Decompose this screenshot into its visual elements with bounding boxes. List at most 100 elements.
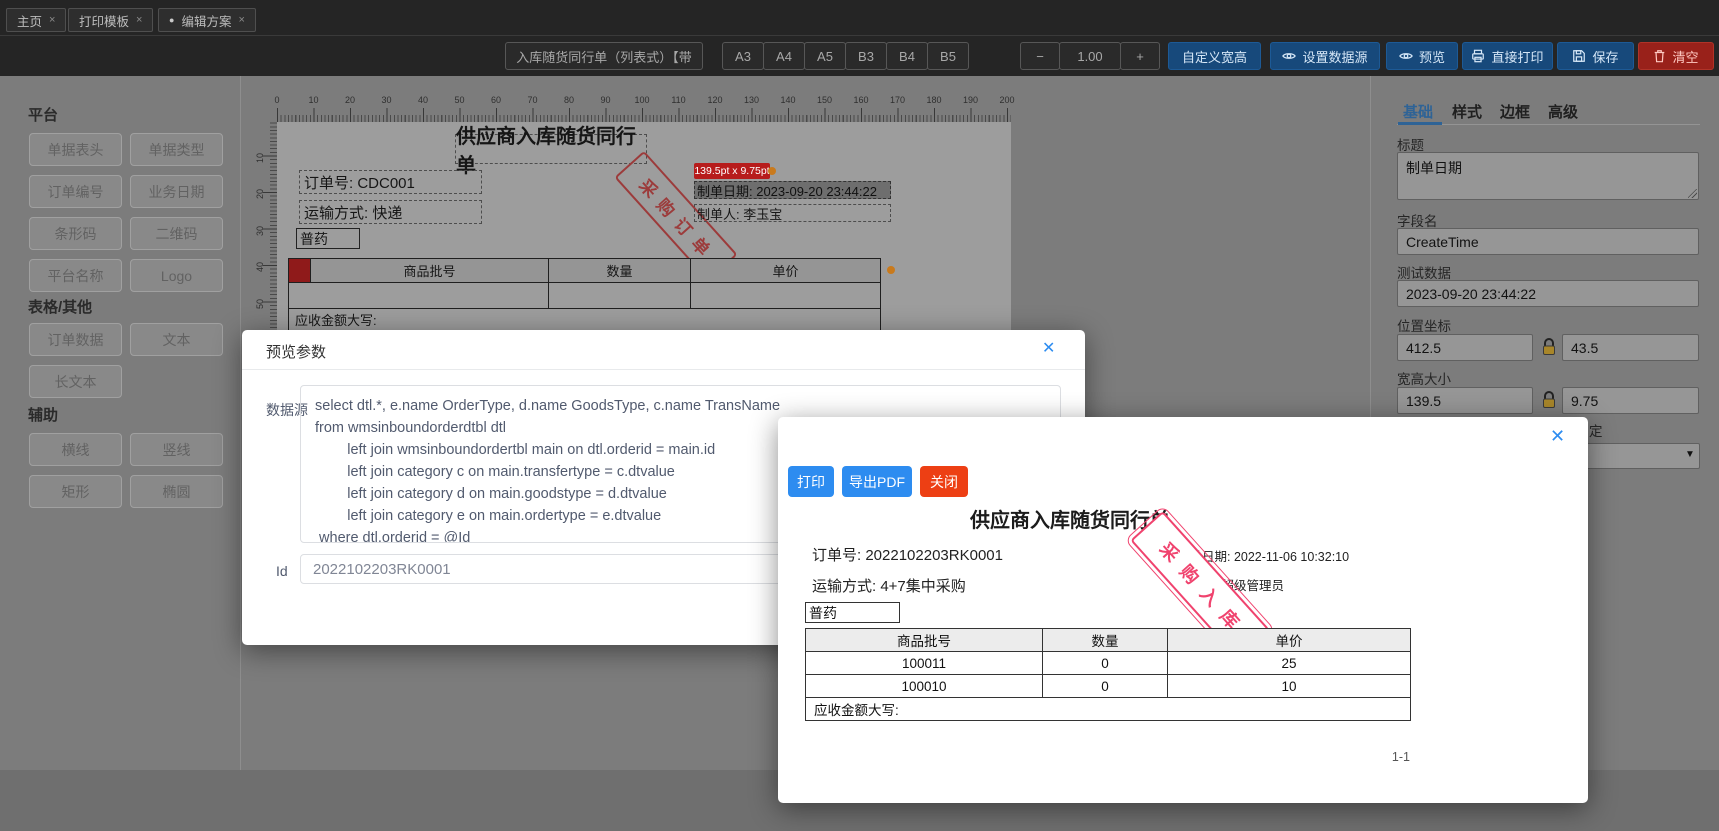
ruler-tick-label: 30 <box>381 95 392 105</box>
canvas-col-qty[interactable]: 数量 <box>548 258 691 283</box>
preview-button[interactable]: 预览 <box>1386 42 1458 70</box>
sidebar-item-doc-type[interactable]: 单据类型 <box>130 133 223 166</box>
preview-doc-title: 供应商入库随货同行单 <box>970 510 1170 532</box>
ruler-tick-label: 0 <box>274 95 280 105</box>
paper-size-b4[interactable]: B4 <box>886 42 928 70</box>
sidebar-item-order-data[interactable]: 订单数据 <box>29 323 122 356</box>
sidebar-item-text[interactable]: 文本 <box>130 323 223 356</box>
sidebar-item-hline[interactable]: 横线 <box>29 433 122 466</box>
position-x-input[interactable]: 412.5 <box>1397 334 1533 361</box>
panel-tab-basic[interactable]: 基础 <box>1403 101 1433 122</box>
paper-size-a4[interactable]: A4 <box>763 42 805 70</box>
paper-size-a3[interactable]: A3 <box>722 42 764 70</box>
canvas-col-batch[interactable]: 商品批号 <box>310 258 549 283</box>
canvas-creator[interactable]: 制单人: 李玉宝 <box>694 204 891 222</box>
resize-handle[interactable] <box>768 167 776 175</box>
ruler-tick-label: 170 <box>889 95 906 105</box>
ruler-tick-label: 200 <box>999 95 1015 105</box>
resize-handle[interactable] <box>887 266 895 274</box>
table-drag-cell[interactable] <box>288 258 311 283</box>
canvas-transport[interactable]: 运输方式: 快递 <box>299 200 482 224</box>
sidebar-section-aux: 辅助 <box>28 407 59 424</box>
canvas-col-price[interactable]: 单价 <box>690 258 881 283</box>
print-button[interactable]: 打印 <box>788 466 834 497</box>
chevron-down-icon: ▼ <box>1685 449 1695 460</box>
field-name-input[interactable]: CreateTime <box>1397 228 1699 255</box>
page-tab-print-template[interactable]: 打印模板 × <box>68 8 154 32</box>
panel-tab-advanced[interactable]: 高级 <box>1548 101 1578 122</box>
sidebar-divider <box>240 76 241 770</box>
sideb ar-item-rect[interactable]: 矩形 <box>29 475 122 508</box>
close-icon[interactable]: ✕ <box>1042 341 1055 357</box>
clear-button[interactable]: 清空 <box>1638 42 1714 70</box>
save-button[interactable]: 保存 <box>1557 42 1634 70</box>
zoom-level-value: 1.00 <box>1059 42 1121 70</box>
position-y-input[interactable]: 43.5 <box>1562 334 1699 361</box>
cell-qty: 0 <box>1042 651 1168 675</box>
page-tab-label: 编辑方案 <box>181 14 232 29</box>
ruler-tick-label: 190 <box>962 95 979 105</box>
canvas-order-no[interactable]: 订单号: CDC001 <box>299 170 482 194</box>
sidebar-item-long-text[interactable]: 长文本 <box>29 365 122 398</box>
ruler-tick-label: 100 <box>634 95 650 105</box>
close-preview-button[interactable]: 关闭 <box>920 466 968 497</box>
title-textarea[interactable]: 制单日期 <box>1397 152 1699 200</box>
paper-size-a5[interactable]: A5 <box>804 42 846 70</box>
cell-price: 10 <box>1167 674 1411 698</box>
export-pdf-button[interactable]: 导出PDF <box>842 466 912 497</box>
close-icon[interactable]: ✕ <box>1550 427 1565 445</box>
test-data-label: 测试数据 <box>1397 266 1451 281</box>
page-tab-edit-scheme[interactable]: ● 编辑方案 × <box>158 8 256 32</box>
canvas-drug-type-box[interactable]: 普药 <box>296 228 360 249</box>
sidebar-item-doc-header[interactable]: 单据表头 <box>29 133 122 166</box>
eye-icon <box>1399 53 1413 59</box>
custom-size-button[interactable]: 自定义宽高 <box>1168 42 1261 70</box>
table-row: 100010 0 10 <box>805 674 1411 698</box>
lock-icon[interactable] <box>1541 390 1557 410</box>
ruler-tick-label: 130 <box>743 95 760 105</box>
field-name-label: 字段名 <box>1397 214 1438 229</box>
ruler-tick-label: 70 <box>527 95 538 105</box>
paper-size-b3[interactable]: B3 <box>845 42 887 70</box>
sidebar-item-barcode[interactable]: 条形码 <box>29 217 122 250</box>
canvas-detail-table[interactable]: 商品批号 数量 单价 应收金额大写: <box>288 258 881 331</box>
cell-qty: 0 <box>1042 674 1168 698</box>
sidebar-item-qrcode[interactable]: 二维码 <box>130 217 223 250</box>
table-row: 100011 0 25 <box>805 651 1411 675</box>
template-name-button[interactable]: 入库随货同行单（列表式）【带 <box>505 42 703 70</box>
height-input[interactable]: 9.75 <box>1562 387 1699 414</box>
width-input[interactable]: 139.5 <box>1397 387 1533 414</box>
size-label: 宽高大小 <box>1397 372 1451 387</box>
cell-batch: 100010 <box>805 674 1043 698</box>
sidebar-item-platform-name[interactable]: 平台名称 <box>29 259 122 292</box>
page-tab-label: 打印模板 <box>79 14 130 29</box>
zoom-out-button[interactable]: − <box>1020 42 1060 70</box>
sidebar-item-order-no[interactable]: 订单编号 <box>29 175 122 208</box>
lock-icon[interactable] <box>1541 337 1557 357</box>
zoom-in-button[interactable]: + <box>1120 42 1160 70</box>
panel-tab-style[interactable]: 样式 <box>1452 101 1482 122</box>
tab-close-icon[interactable]: × <box>136 14 142 26</box>
paper-size-b5[interactable]: B5 <box>927 42 969 70</box>
canvas-empty-cell <box>690 282 881 309</box>
modal-header: 预览参数 ✕ <box>242 330 1085 370</box>
sidebar-item-logo[interactable]: Logo <box>130 259 223 292</box>
sidebar-item-vline[interactable]: 竖线 <box>130 433 223 466</box>
page-tab-home[interactable]: 主页 × <box>6 8 67 32</box>
tab-close-icon[interactable]: × <box>238 14 244 26</box>
canvas-create-date-selected[interactable]: 制单日期: 2023-09-20 23:44:22 <box>694 181 891 199</box>
direct-print-button[interactable]: 直接打印 <box>1462 42 1553 70</box>
active-dot-icon: ● <box>169 15 175 25</box>
set-datasource-button[interactable]: 设置数据源 <box>1270 42 1380 70</box>
test-data-input[interactable]: 2023-09-20 23:44:22 <box>1397 280 1699 307</box>
sidebar-item-business-date[interactable]: 业务日期 <box>130 175 223 208</box>
textarea-resize-icon[interactable] <box>1688 189 1697 198</box>
size-tooltip: 139.5pt x 9.75pt <box>694 163 770 179</box>
canvas-doc-title[interactable]: 供应商入库随货同行单 <box>455 126 647 177</box>
partial-hidden-label: 定 <box>1589 424 1603 439</box>
ruler-tick-label: 90 <box>600 95 611 105</box>
sidebar-item-ellipse[interactable]: 椭圆 <box>130 475 223 508</box>
panel-tab-border[interactable]: 边框 <box>1500 101 1530 122</box>
cell-price: 25 <box>1167 651 1411 675</box>
tab-close-icon[interactable]: × <box>49 14 55 26</box>
